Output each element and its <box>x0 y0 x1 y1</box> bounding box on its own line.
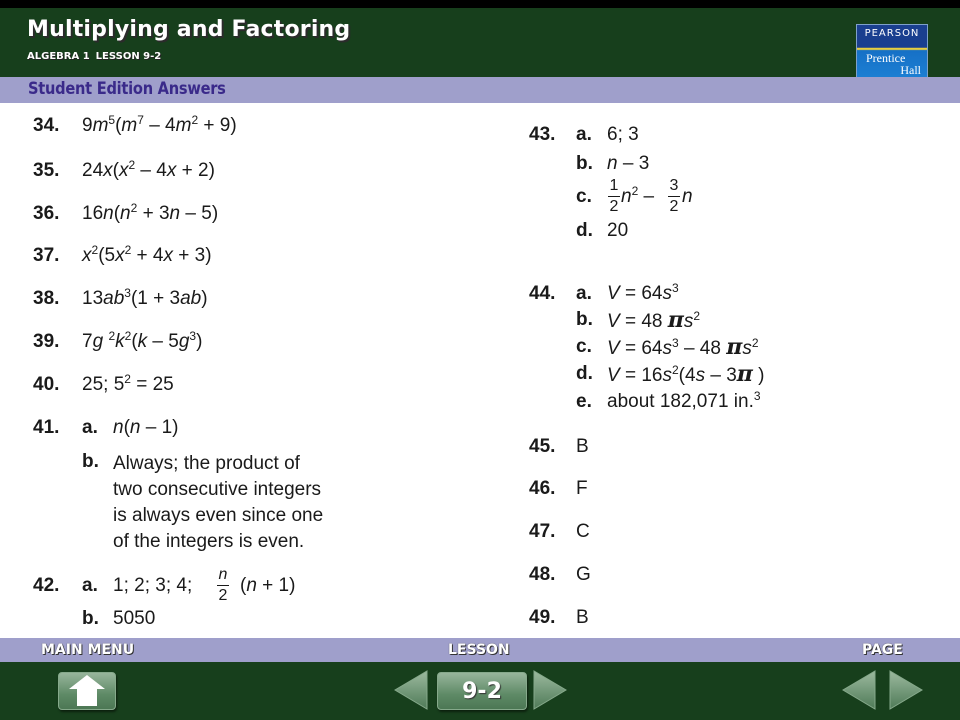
answer-text: B <box>576 436 589 457</box>
section-label: Student Edition Answers <box>28 79 226 99</box>
part-label: c. <box>576 336 592 357</box>
answer-number: 34. <box>33 115 60 136</box>
answer-expression: V = 16s2(4s – 3π ) <box>607 361 765 387</box>
logo-line3: Hall <box>900 63 921 77</box>
lesson-label: LESSON <box>448 642 510 658</box>
answer-expression: n(n – 1) <box>113 417 179 438</box>
answer-exponent: 3 <box>753 389 761 403</box>
answer-number: 42. <box>33 575 60 596</box>
lesson-label: LESSON 9-2 <box>95 51 162 62</box>
answer-number: 37. <box>33 245 60 266</box>
pi-symbol: π <box>726 334 743 360</box>
part-label: b. <box>82 608 99 629</box>
fraction-n-over-2: n2 <box>217 566 229 604</box>
header: Multiplying and Factoring ALGEBRA 1 LESSO… <box>0 8 960 79</box>
page-title: Multiplying and Factoring <box>27 17 351 42</box>
pi-symbol: π <box>736 361 753 387</box>
publisher-logo: PEARSON Prentice Hall <box>856 24 928 79</box>
answer-number: 45. <box>529 436 556 457</box>
answer-expression: V = 48 πs2 <box>607 307 701 333</box>
answer-text: 5050 <box>113 608 156 629</box>
answer-text: about 182,071 in. <box>607 391 754 412</box>
answer-text: 20 <box>607 220 629 241</box>
part-label: b. <box>576 309 593 330</box>
answer-number: 36. <box>33 203 60 224</box>
previous-lesson-button[interactable] <box>394 670 428 710</box>
part-label: e. <box>576 391 592 412</box>
answer-number: 47. <box>529 521 556 542</box>
next-lesson-button[interactable] <box>533 670 567 710</box>
home-icon <box>69 675 105 706</box>
course-label: ALGEBRA 1 <box>27 51 90 62</box>
answer-expression: V = 64s3 <box>607 281 679 304</box>
fraction-1-over-2: 12 <box>608 177 620 215</box>
lesson-number-button[interactable]: 9-2 <box>437 672 527 710</box>
answer-expression: 13ab3(1 + 3ab) <box>82 286 208 309</box>
answer-number: 48. <box>529 564 556 585</box>
answer-expression: n2 – <box>621 184 655 207</box>
answer-number: 40. <box>33 374 60 395</box>
part-label: d. <box>576 363 593 384</box>
part-label: a. <box>576 124 592 145</box>
part-label: b. <box>82 451 99 472</box>
answer-expression: 9m5(m7 – 4m2 + 9) <box>82 113 237 136</box>
footer-band: MAIN MENU LESSON PAGE <box>0 638 960 662</box>
part-label: a. <box>82 575 98 596</box>
answer-text: 25; 5 <box>82 374 125 395</box>
answer-number: 41. <box>33 417 60 438</box>
answer-expression: 1; 2; 3; 4; <box>113 575 192 597</box>
main-menu-button[interactable] <box>58 672 116 710</box>
part-label: a. <box>82 417 98 438</box>
answer-expression: 25; 52 = 25 <box>82 372 174 396</box>
part-label: a. <box>576 283 592 304</box>
part-label: b. <box>576 153 593 174</box>
answer-number: 43. <box>529 124 556 145</box>
answer-text: B <box>576 607 589 628</box>
answer-paragraph: Always; the product of two consecutive i… <box>113 451 323 555</box>
fraction-3-over-2: 32 <box>668 177 680 215</box>
previous-page-button[interactable] <box>842 670 876 710</box>
logo-line1: PEARSON <box>864 28 920 39</box>
answer-text: G <box>576 564 591 585</box>
answer-expression-rest: (n + 1) <box>240 575 296 596</box>
answer-expression: x2(5x2 + 4x + 3) <box>82 243 212 266</box>
paragraph-line: of the integers is even. <box>113 531 305 552</box>
answer-expression: n – 3 <box>607 153 650 174</box>
page-label: PAGE <box>862 642 903 658</box>
answer-expression: 16n(n2 + 3n – 5) <box>82 201 219 224</box>
part-label: d. <box>576 220 593 241</box>
answer-expression-rest: n <box>682 186 693 207</box>
answer-number: 39. <box>33 331 60 352</box>
answer-number: 38. <box>33 288 60 309</box>
section-band: Student Edition Answers <box>0 77 960 103</box>
paragraph-line: two consecutive integers <box>113 479 322 500</box>
answer-expression: about 182,071 in.3 <box>607 389 761 413</box>
footer-nav: 9-2 <box>0 662 960 720</box>
paragraph-line: is always even since one <box>113 505 324 526</box>
lesson-number: 9-2 <box>462 679 502 704</box>
answer-text: 1; 2; 3; 4; <box>113 575 193 596</box>
main-menu-label: MAIN MENU <box>41 642 135 658</box>
answer-text: F <box>576 478 588 499</box>
pi-symbol: π <box>667 307 684 333</box>
answer-text: 6; 3 <box>607 124 639 145</box>
answer-text-rest: = 25 <box>130 374 174 395</box>
next-page-button[interactable] <box>889 670 923 710</box>
answer-number: 49. <box>529 607 556 628</box>
top-bar <box>0 0 960 8</box>
answers-content: 34. 9m5(m7 – 4m2 + 9) 35. 24x(x2 – 4x + … <box>0 103 960 638</box>
page-subtitle: ALGEBRA 1 LESSON 9-2 <box>27 51 167 62</box>
paragraph-line: Always; the product of <box>113 453 300 474</box>
part-label: c. <box>576 186 592 207</box>
answer-exponent: 2 <box>124 372 131 386</box>
answer-number: 35. <box>33 160 60 181</box>
answer-number: 46. <box>529 478 556 499</box>
answer-expression: 7g 2k2(k – 5g3) <box>82 329 203 352</box>
answer-text: C <box>576 521 590 542</box>
answer-expression: V = 64s3 – 48 πs2 <box>607 334 759 360</box>
answer-number: 44. <box>529 283 556 304</box>
answer-expression: 24x(x2 – 4x + 2) <box>82 158 215 181</box>
